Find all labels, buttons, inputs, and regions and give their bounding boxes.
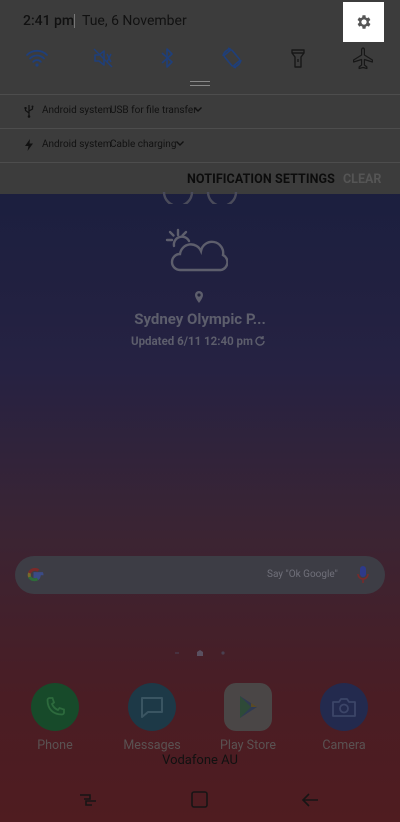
settings-button[interactable] [343, 2, 384, 42]
weather-updated-time: Updated 6/11 12:40 pm [131, 334, 253, 348]
notification-message: USB for file transfer [110, 105, 197, 116]
google-g-icon [27, 567, 44, 582]
notification-message: Cable charging [110, 139, 177, 150]
quick-toggle-rotate[interactable] [216, 42, 248, 74]
dock-app-camera[interactable]: Camera [314, 683, 374, 753]
auto-rotate-icon [222, 47, 242, 69]
quick-settings-row [0, 42, 400, 78]
bluetooth-icon [161, 48, 173, 68]
home-icon[interactable] [188, 790, 212, 810]
status-divider [74, 14, 75, 28]
camera-icon [320, 683, 368, 731]
app-label: Play Store [220, 738, 276, 753]
airplane-mode-icon [353, 47, 373, 70]
microphone-icon[interactable] [356, 565, 370, 585]
quick-toggle-flashlight[interactable] [282, 42, 314, 74]
gear-icon [357, 15, 370, 29]
messages-icon [128, 683, 176, 731]
back-icon[interactable] [299, 790, 323, 810]
refresh-icon[interactable] [254, 335, 266, 347]
notification-item[interactable]: Android system USB for file transfer [0, 94, 400, 128]
app-label: Messages [123, 738, 181, 753]
chevron-down-icon[interactable] [175, 138, 185, 148]
app-label: Camera [322, 738, 366, 753]
notification-shade: 2:41 pm Tue, 6 November Android system U… [0, 0, 400, 194]
dock-app-phone[interactable]: Phone [25, 683, 85, 753]
notification-item[interactable]: Android system Cable charging [0, 128, 400, 162]
dock-app-messages[interactable]: Messages [122, 683, 182, 753]
quick-toggle-wifi[interactable] [21, 42, 53, 74]
quick-toggle-sound[interactable] [87, 42, 119, 74]
app-label: Phone [37, 738, 73, 753]
notification-app-name: Android system [42, 139, 112, 150]
weather-location[interactable]: Sydney Olympic P... [0, 310, 400, 328]
chevron-down-icon[interactable] [193, 104, 203, 114]
status-bar: 2:41 pm Tue, 6 November [0, 0, 400, 42]
mute-icon [93, 48, 113, 68]
quick-toggle-airplane[interactable] [347, 42, 379, 74]
recent-apps-icon[interactable] [76, 790, 100, 810]
location-pin-icon [195, 291, 203, 303]
notification-settings-button[interactable]: NOTIFICATION SETTINGS [187, 172, 335, 187]
clear-button[interactable]: CLEAR [343, 172, 381, 187]
quick-toggle-bluetooth[interactable] [151, 42, 183, 74]
notification-app-name: Android system [42, 105, 112, 116]
navigation-bar [0, 782, 400, 818]
search-hint: Say "Ok Google" [267, 569, 338, 580]
usb-icon [24, 105, 34, 118]
charging-icon [25, 139, 33, 151]
dock-app-play-store[interactable]: Play Store [218, 683, 278, 753]
page-indicator [175, 650, 225, 656]
carrier-label: Vodafone AU [162, 753, 238, 768]
shade-drag-handle[interactable] [190, 81, 210, 86]
partly-cloudy-icon [165, 228, 228, 272]
wifi-icon [26, 49, 48, 67]
phone-icon [31, 683, 79, 731]
flashlight-icon [291, 49, 305, 68]
status-date: Tue, 6 November [82, 13, 187, 29]
google-search-bar[interactable]: Say "Ok Google" [15, 556, 385, 594]
clock-widget [162, 191, 238, 204]
play-store-icon [224, 683, 272, 731]
status-time: 2:41 pm [23, 13, 75, 29]
